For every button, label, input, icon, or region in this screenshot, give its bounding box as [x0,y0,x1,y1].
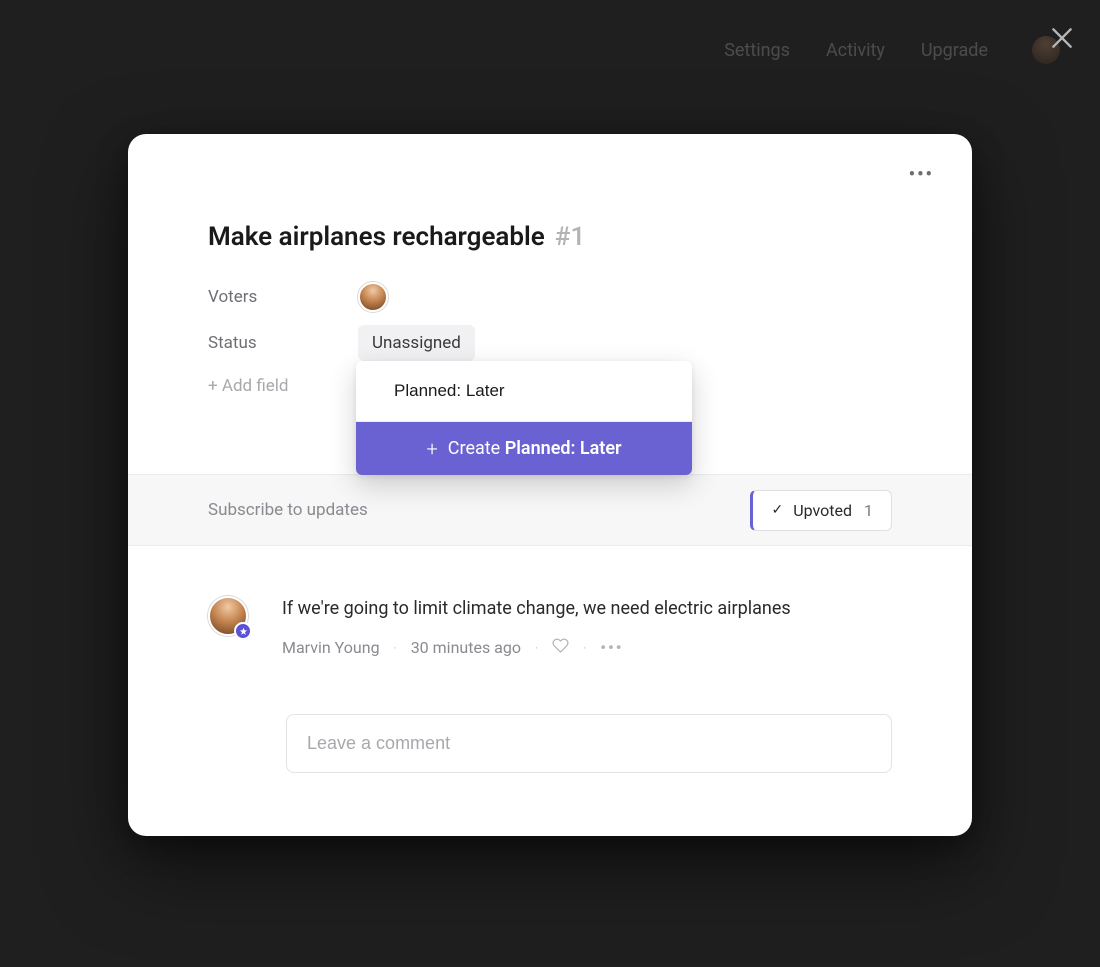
voters-label: Voters [208,287,358,307]
comment-time: 30 minutes ago [411,638,521,657]
meta-separator: · [583,641,586,655]
issue-id: #1 [555,222,585,252]
more-horizontal-icon: ••• [909,164,934,185]
comment-meta: Marvin Young · 30 minutes ago · · ••• [282,637,892,658]
subscribe-bar: Subscribe to updates ✓ Upvoted 1 [128,474,972,546]
modal-more-button[interactable]: ••• [909,164,934,185]
heart-icon [552,637,569,654]
star-icon [239,627,248,636]
more-horizontal-icon: ••• [600,638,623,657]
upvoted-count: 1 [864,501,873,520]
create-value: Planned: Later [505,438,622,459]
background-header: Settings Activity Upgrade [0,0,1100,100]
issue-modal: ••• Make airplanes rechargeable #1 Voter… [128,134,972,836]
issue-title: Make airplanes rechargeable [208,222,545,252]
subscribe-link[interactable]: Subscribe to updates [208,500,368,520]
like-button[interactable] [552,637,569,658]
upvoted-button[interactable]: ✓ Upvoted 1 [750,490,892,531]
nav-activity: Activity [826,40,885,61]
comment-input[interactable] [286,714,892,773]
status-label: Status [208,333,358,353]
comment-input-wrap [286,714,892,773]
comment-block: If we're going to limit climate change, … [208,596,892,658]
close-icon [1049,25,1075,51]
voter-avatar[interactable] [358,282,388,312]
voters-field: Voters [208,274,828,320]
plus-icon: + [426,439,437,459]
admin-badge [234,622,252,640]
check-icon: ✓ [771,502,783,518]
meta-separator: · [394,641,397,655]
issue-title-row: Make airplanes rechargeable #1 [208,222,585,252]
comment-more-button[interactable]: ••• [600,638,623,657]
status-field: Status Unassigned [208,320,828,366]
nav-upgrade: Upgrade [921,40,988,61]
close-button[interactable] [1046,22,1078,54]
nav-settings: Settings [724,40,790,61]
create-status-option[interactable]: + Create Planned: Later [356,422,692,475]
status-search-input[interactable] [370,373,678,409]
meta-separator: · [535,641,538,655]
comment-avatar-wrap [208,596,248,636]
comment-author[interactable]: Marvin Young [282,638,380,657]
upvoted-label: Upvoted [793,501,852,520]
comment-text: If we're going to limit climate change, … [282,596,892,621]
status-dropdown: + Create Planned: Later [356,361,692,475]
status-value[interactable]: Unassigned [358,325,475,361]
create-prefix: Create [448,438,500,459]
